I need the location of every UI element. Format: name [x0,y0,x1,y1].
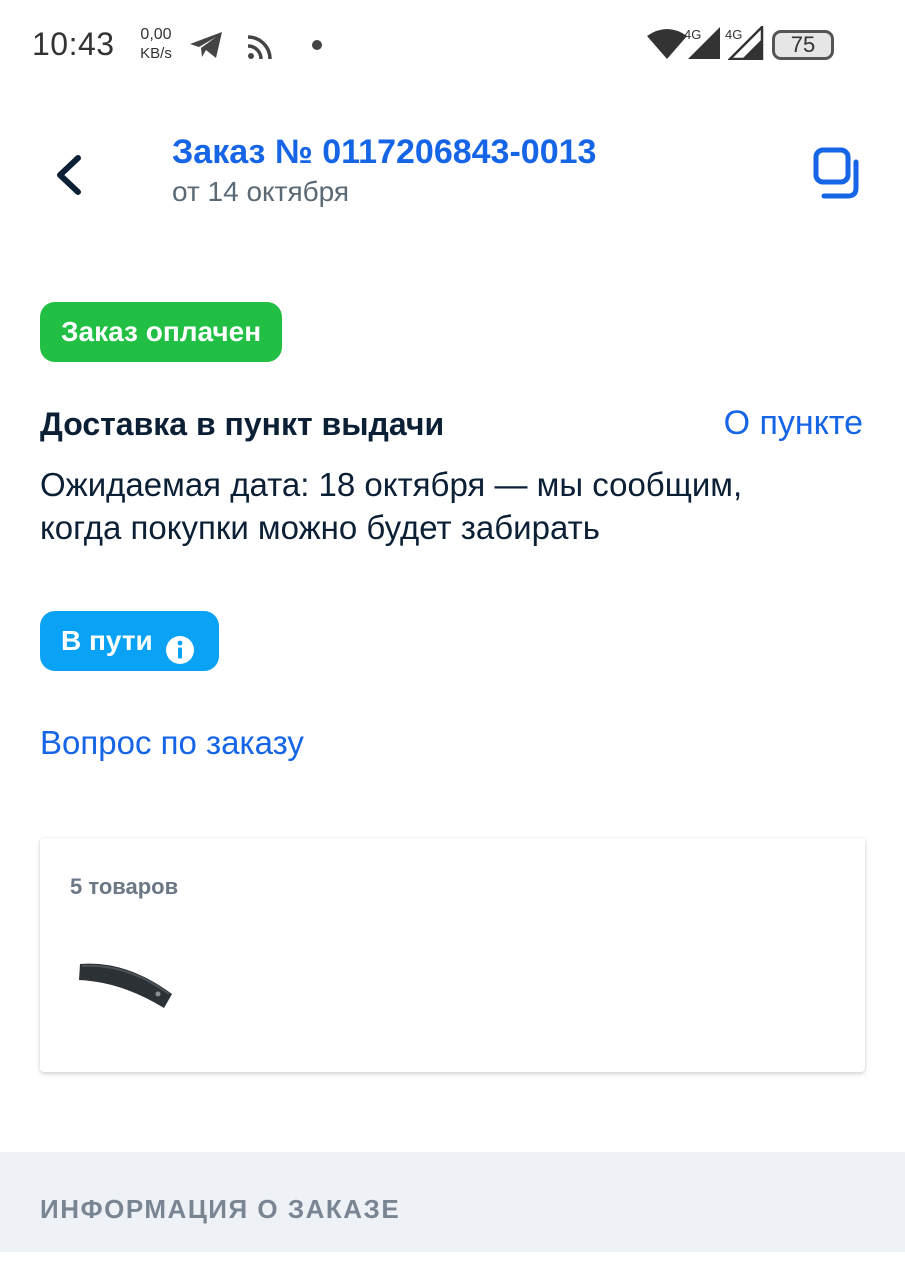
chevron-left-icon [57,155,81,195]
network-speed-unit: KB/s [140,45,172,62]
network-speed: 0,00 KB/s [134,26,178,62]
signal-icon [686,26,722,60]
notification-dot-icon [312,40,322,50]
cast-icon [247,34,273,60]
back-button[interactable] [40,144,100,204]
delivery-title: Доставка в пункт выдачи [40,406,445,442]
transit-status-badge[interactable]: В пути [40,611,219,671]
info-icon [165,626,195,664]
order-question-link[interactable]: Вопрос по заказу [40,724,304,762]
product-image [76,956,180,1020]
status-bar: 10:43 0,00 KB/s 4G 4G 75 [0,0,905,92]
order-info-title: ИНФОРМАЦИЯ О ЗАКАЗЕ [40,1194,401,1224]
order-header: Заказ № 0117206843-0013 от 14 октября [0,120,905,230]
battery-icon: 75 [772,30,834,60]
telegram-icon [188,30,224,60]
wifi-icon [646,28,688,60]
network-speed-value: 0,00 [140,26,172,43]
order-title: Заказ № 0117206843-0013 [172,133,597,171]
order-date: от 14 октября [172,176,350,207]
order-status-badge: Заказ оплачен [40,302,283,362]
copy-icon [813,147,859,199]
goods-count: 5 товаров [70,874,179,899]
pickup-point-link[interactable]: О пункте [724,404,863,443]
status-time: 10:43 [32,26,115,62]
expected-date-text: Ожидаемая дата: 18 октября — мы сообщим,… [40,466,743,546]
signal-icon [726,23,764,61]
order-info-section: ИНФОРМАЦИЯ О ЗАКАЗЕ [0,1152,905,1252]
copy-order-button[interactable] [808,144,868,204]
goods-card[interactable]: 5 товаров [40,838,865,1072]
transit-status-label: В пути [61,625,153,656]
